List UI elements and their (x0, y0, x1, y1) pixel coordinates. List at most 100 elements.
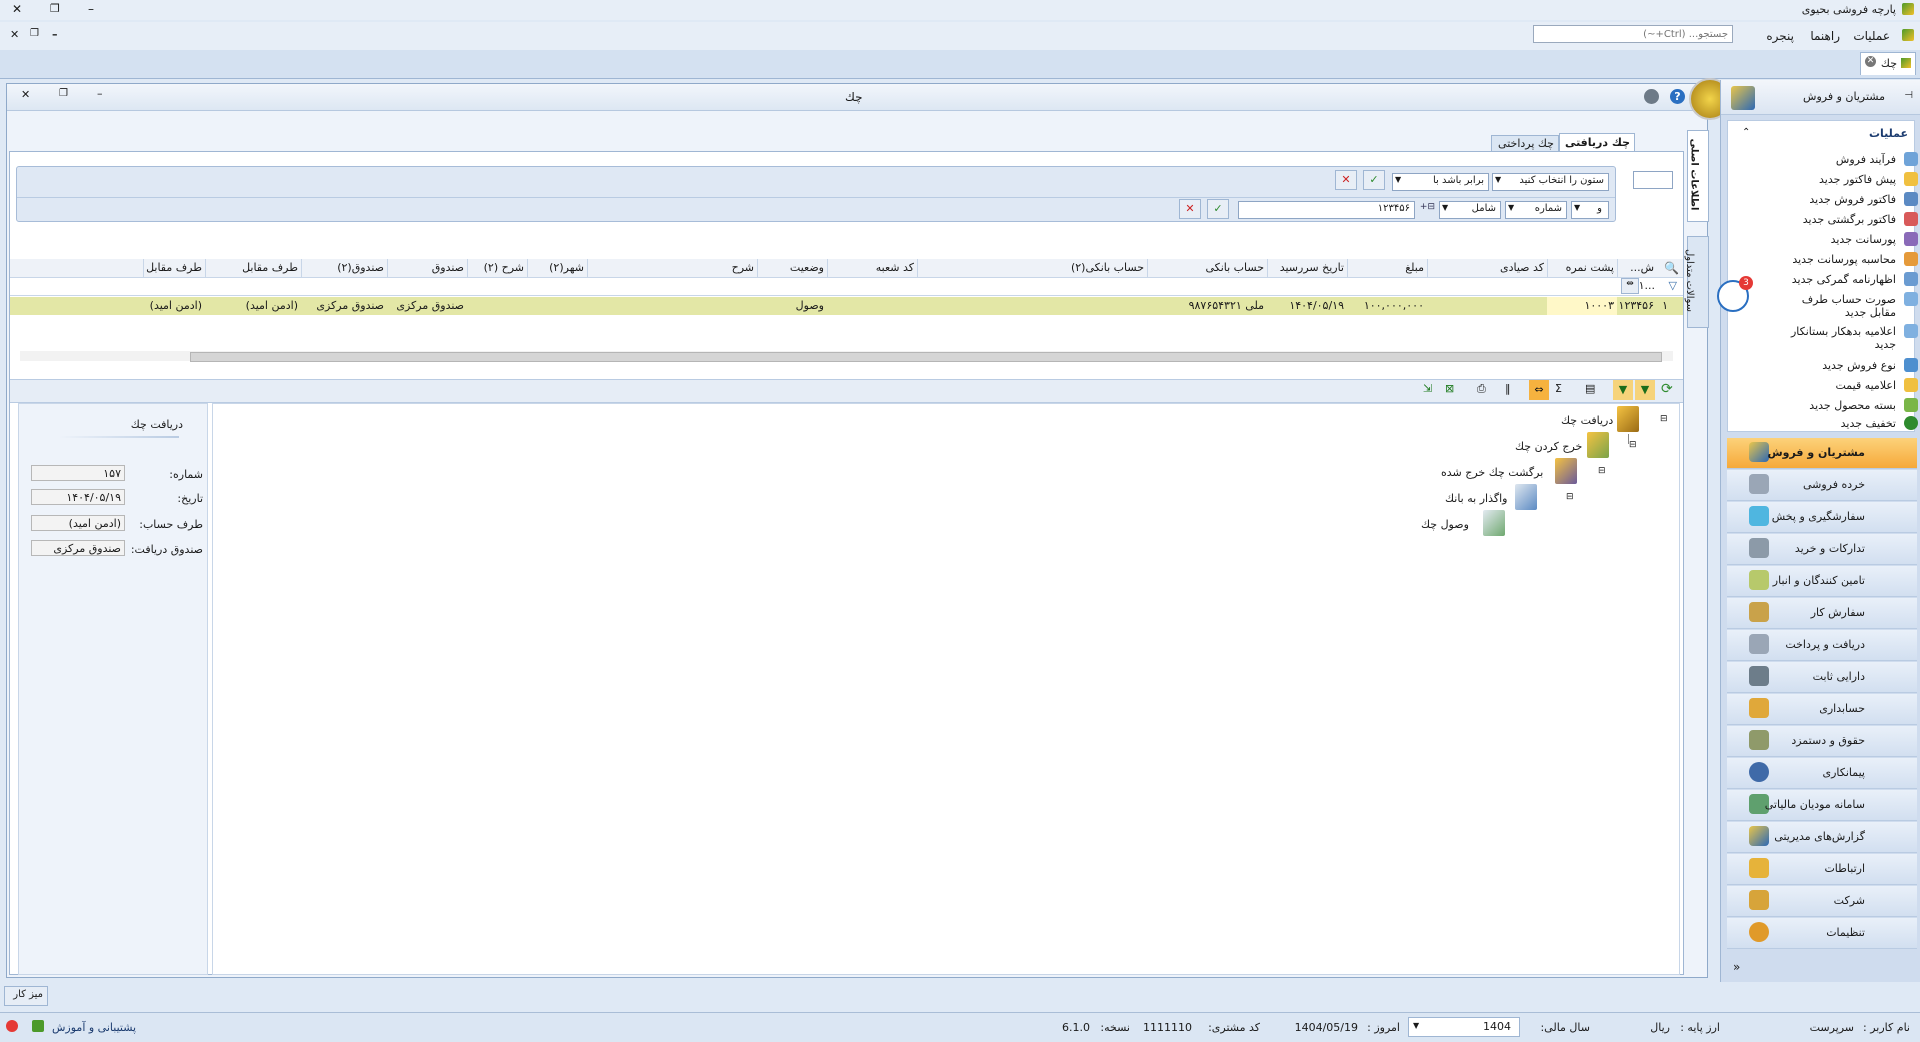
col-amount[interactable]: مبلغ (1347, 259, 1427, 277)
op-new-commission-calc[interactable]: محاسبه پورسانت جدید (1748, 251, 1918, 269)
nav-module-customers-sales[interactable]: مشتریان و فروش (1727, 438, 1917, 469)
inner-restore-button[interactable]: ❐ (59, 88, 68, 99)
op-new-sales-invoice[interactable]: فاكتور فروش جدید (1748, 191, 1918, 209)
col-branch-code[interactable]: كد شعبه (827, 259, 917, 277)
help-icon[interactable]: ? (1670, 89, 1685, 104)
nav-module-procurement[interactable]: تداركات و خرید (1727, 534, 1917, 565)
export-icon[interactable]: ⇲ (1423, 382, 1443, 402)
columns-icon[interactable]: ‖ (1505, 382, 1525, 402)
op-new-sales-type[interactable]: نوع فروش جدید (1748, 357, 1918, 375)
filter-apply-icon[interactable]: ✓ (1363, 170, 1385, 190)
sum-icon[interactable]: Σ (1555, 382, 1575, 402)
flow-collapse-1-icon[interactable]: ⊟ (1660, 414, 1668, 424)
flow-return-label[interactable]: برگشت چك خرج شده (1441, 466, 1543, 479)
op-sales-process[interactable]: فرآیند فروش (1748, 151, 1918, 169)
nav-module-contracting[interactable]: پیمانكاری (1727, 758, 1917, 789)
field-date-value[interactable]: ۱۴۰۴/۰۵/۱۹ (31, 489, 125, 505)
flow-collapse-4-icon[interactable]: ⊟ (1566, 492, 1574, 502)
filter-value-input[interactable]: ۱۲۳۴۵۶ (1238, 201, 1415, 219)
col-number[interactable]: ش... (1617, 259, 1657, 277)
nav-module-reports[interactable]: گزارش‌های مدیریتی (1727, 822, 1917, 853)
support-icon[interactable] (32, 1020, 44, 1032)
grid-search-icon[interactable]: 🔍 (1664, 261, 1679, 275)
alert-icon[interactable] (6, 1020, 18, 1032)
filter-row2-apply-icon[interactable]: ✓ (1207, 199, 1229, 219)
filter-logic-select[interactable]: و ▼ (1571, 201, 1609, 219)
flow-receive-icon[interactable] (1617, 406, 1639, 432)
fiscal-year-select[interactable]: 1404 ▼ (1408, 1017, 1520, 1037)
fit-columns-icon[interactable]: ⇔ (1529, 380, 1549, 400)
minimize-button[interactable]: – (88, 2, 94, 16)
refresh-icon[interactable]: ⟳ (1661, 381, 1681, 401)
col-desc[interactable]: شرح (587, 259, 757, 277)
field-number-value[interactable]: ۱۵۷ (31, 465, 125, 481)
doc-tab-close-icon[interactable]: ✕ (1865, 56, 1876, 67)
menu-help[interactable]: راهنما (1810, 29, 1840, 43)
support-link[interactable]: پشتیبانی و آموزش (52, 1021, 136, 1034)
filter-blank-field[interactable] (1633, 171, 1673, 189)
nav-module-work-order[interactable]: سفارش كار (1727, 598, 1917, 629)
inner-minimize-button[interactable]: – (97, 87, 103, 100)
op-new-discount[interactable]: تخفیف جدید (1748, 415, 1918, 433)
nav-module-receive-pay[interactable]: دریافت و پرداخت (1727, 630, 1917, 661)
flow-collect-label[interactable]: وصول چك (1421, 518, 1469, 531)
nav-module-retail[interactable]: خرده فروشی (1727, 470, 1917, 501)
filter-contains-select[interactable]: شامل ▼ (1439, 201, 1501, 219)
op-new-debit-credit[interactable]: اعلامیه بدهكار بستانكار جدید (1748, 323, 1918, 353)
flow-bank-label[interactable]: واگذار به بانك (1445, 492, 1507, 505)
col-desc2[interactable]: شرح (۲) (467, 259, 527, 277)
side-tab-faq[interactable]: سوالات متداول (1684, 236, 1709, 328)
restore-button[interactable]: ❐ (50, 2, 60, 15)
field-fund-value[interactable]: صندوق مركزی (31, 540, 125, 556)
nav-module-settings[interactable]: تنظیمات (1727, 918, 1917, 949)
col-party2[interactable]: طرف مقابل (143, 259, 205, 277)
col-city2[interactable]: شهر(۲) (527, 259, 587, 277)
flow-return-icon[interactable] (1555, 458, 1577, 484)
col-bank-account2[interactable]: حساب بانكی(۲) (917, 259, 1147, 277)
col-bank-account[interactable]: حساب بانكی (1147, 259, 1267, 277)
flow-spend-label[interactable]: خرج كردن چك (1515, 440, 1582, 453)
flow-collect-icon[interactable] (1483, 510, 1505, 536)
print-icon[interactable]: ⎙ (1477, 382, 1497, 402)
grid-filter-icon[interactable]: ▽ (1669, 279, 1677, 292)
search-input[interactable] (1533, 25, 1733, 43)
settings-round-icon[interactable] (1644, 89, 1659, 104)
desktop-button[interactable]: میز كار (4, 986, 48, 1006)
layout-icon[interactable]: ▤ (1585, 382, 1605, 402)
op-new-return-invoice[interactable]: فاكتور برگشتی جدید (1748, 211, 1918, 229)
tab-received-check[interactable]: چك دریافتی (1559, 133, 1635, 152)
filter-row2-clear-icon[interactable]: ✕ (1179, 199, 1201, 219)
doc-tab-check[interactable]: چك ✕ (1860, 52, 1916, 75)
excel-icon[interactable]: ⊠ (1445, 382, 1465, 402)
filter-green-icon[interactable]: ▼ (1613, 380, 1633, 400)
mdi-close-button[interactable]: ✕ (10, 28, 19, 41)
grid-horizontal-scrollbar[interactable] (20, 351, 1673, 362)
col-status[interactable]: وضعیت (757, 259, 827, 277)
col-fund[interactable]: صندوق (387, 259, 467, 277)
nav-module-payroll[interactable]: حقوق و دستمزد (1727, 726, 1917, 757)
nav-expand-icon[interactable]: » (1733, 960, 1740, 974)
ops-collapse-icon[interactable]: ⌃ (1742, 127, 1750, 138)
op-new-party-statement[interactable]: صورت حساب طرف مقابل جدید (1748, 291, 1918, 321)
nav-module-accounting[interactable]: حسابداری (1727, 694, 1917, 725)
menu-window[interactable]: پنجره (1766, 29, 1794, 43)
nav-module-communications[interactable]: ارتباطات (1727, 854, 1917, 885)
col-due-date[interactable]: تاریخ سررسید (1267, 259, 1347, 277)
col-party[interactable]: طرف مقابل (205, 259, 301, 277)
menu-operations[interactable]: عملیات (1853, 29, 1890, 43)
filter-funnel-icon[interactable]: ▼ (1635, 380, 1655, 400)
op-price-notice[interactable]: اعلامیه قیمت (1748, 377, 1918, 395)
nav-module-company[interactable]: شركت (1727, 886, 1917, 917)
filter-clear-icon[interactable]: ✕ (1335, 170, 1357, 190)
side-tab-main-info[interactable]: اطلاعات اصلی (1687, 130, 1709, 222)
col-sayadi[interactable]: كد صیادی (1427, 259, 1547, 277)
chat-badge[interactable]: 3 (1717, 276, 1753, 312)
nav-module-suppliers[interactable]: تامین كنندگان و انبار (1727, 566, 1917, 597)
mdi-restore-button[interactable]: ❐ (30, 28, 39, 39)
pin-icon[interactable]: ⊣ (1904, 90, 1913, 101)
flow-bank-icon[interactable] (1515, 484, 1537, 510)
table-row[interactable]: ۱ ۱۲۳۴۵۶ ۱۰۰۰۳ ۱۰۰,۰۰۰,۰۰۰ ۱۴۰۴/۰۵/۱۹ مل… (10, 297, 1683, 315)
nav-module-tax[interactable]: سامانه مودیان مالیاتی (1727, 790, 1917, 821)
col-back-number[interactable]: پشت نمره (1547, 259, 1617, 277)
tab-paid-check[interactable]: چك پرداختی (1491, 135, 1559, 152)
